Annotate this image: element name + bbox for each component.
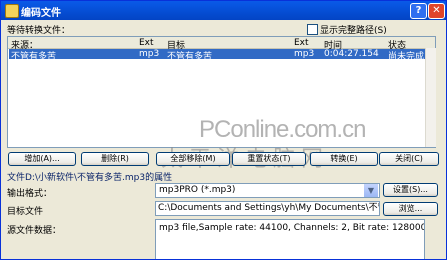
col-ext-target[interactable]: Ext	[294, 38, 309, 48]
show-full-path-label[interactable]: 显示完整路径(S)	[320, 23, 387, 36]
vertical-scrollbar[interactable]	[425, 48, 436, 147]
table-row[interactable]: 不管有多苦 mp3 不管有多苦 mp3 0:04:27.154 尚未完成	[9, 49, 435, 62]
app-icon	[5, 4, 19, 18]
settings-button[interactable]: 设置(S)...	[383, 183, 438, 197]
watermark-text: PConline.com.cn	[199, 116, 366, 143]
browse-button[interactable]: 浏览...	[383, 202, 438, 216]
delete-button[interactable]: 删除(R)	[81, 152, 149, 166]
cell-source: 不管有多苦	[11, 52, 57, 62]
close-window-button[interactable]: ✕	[428, 3, 445, 19]
target-path-field[interactable]: C:\Documents and Settings\yh\My Document…	[155, 201, 380, 216]
col-ext-source[interactable]: Ext	[139, 38, 154, 48]
output-format-select[interactable]: mp3PRO (*.mp3) ▼	[155, 183, 380, 198]
source-data-field: mp3 file,Sample rate: 44100, Channels: 2…	[155, 219, 425, 259]
title-bar: 编码文件 ? ✕	[1, 1, 446, 20]
cell-ext-source: mp3	[139, 49, 160, 59]
cell-target: 不管有多苦	[167, 52, 213, 62]
source-data-label: 源文件数据：	[7, 226, 62, 236]
help-button[interactable]: ?	[410, 3, 427, 19]
output-format-label: 输出格式：	[7, 189, 53, 199]
output-format-value: mp3PRO (*.mp3)	[159, 185, 236, 195]
target-label: 目标文件	[7, 207, 44, 217]
list-header: 来源： Ext 目标 Ext 时间 状态	[8, 37, 435, 51]
files-label: 等待转换文件：	[7, 26, 71, 36]
convert-button[interactable]: 转换(E)	[310, 152, 378, 166]
close-button[interactable]: 关闭(C)	[379, 152, 439, 166]
properties-title: 文件D:\小新软件\不管有多苦.mp3的属性	[7, 173, 173, 183]
window-title: 编码文件	[21, 8, 61, 19]
cell-ext-target: mp3	[294, 49, 315, 59]
delete-all-button[interactable]: 全部移除(M)	[156, 152, 230, 166]
cell-time: 0:04:27.154	[324, 49, 379, 59]
chevron-down-icon[interactable]: ▼	[364, 184, 378, 197]
cell-status: 尚未完成	[388, 52, 425, 62]
encode-file-window: 编码文件 ? ✕ 等待转换文件： 显示完整路径(S) 来源： Ext 目标 Ex…	[0, 0, 447, 260]
reset-status-button[interactable]: 重置状态(T)	[232, 152, 306, 166]
show-full-path-checkbox[interactable]	[307, 24, 318, 35]
add-button[interactable]: 增加(A)...	[8, 152, 76, 166]
